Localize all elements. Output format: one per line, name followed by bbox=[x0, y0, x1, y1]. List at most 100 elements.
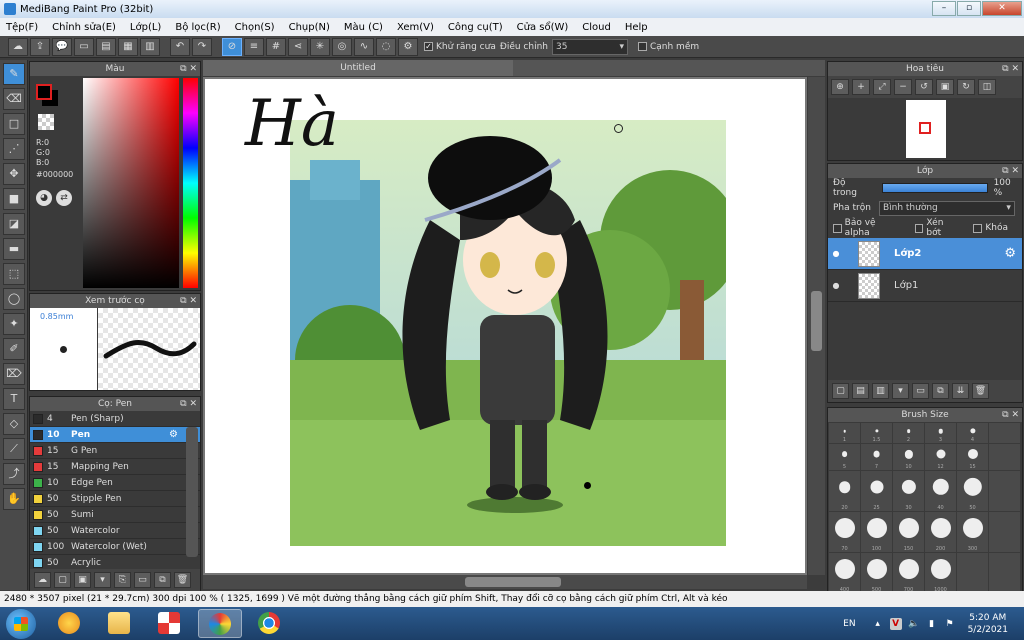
magic-wand-icon[interactable]: ✦ bbox=[3, 313, 25, 335]
menu-select[interactable]: Chọn(S) bbox=[235, 22, 275, 33]
trash-icon[interactable]: 🗑 bbox=[174, 572, 191, 588]
brush-size-cell[interactable]: 20 bbox=[829, 471, 860, 511]
bucket-tool-icon[interactable]: ◪ bbox=[3, 213, 25, 235]
taskbar-paint-app[interactable] bbox=[48, 609, 92, 638]
clipping-checkbox[interactable] bbox=[914, 223, 924, 233]
clock[interactable]: 5:20 AM 5/2/2021 bbox=[968, 612, 1008, 636]
eye-icon[interactable]: ● bbox=[828, 281, 844, 290]
rectangle-tool-icon[interactable]: □ bbox=[3, 113, 25, 135]
spray-icon[interactable]: ⤴ bbox=[3, 463, 25, 485]
full-view-icon[interactable]: ▣ bbox=[936, 79, 954, 95]
brush-size-cell[interactable]: 50 bbox=[957, 471, 988, 511]
select-pen-icon[interactable]: ✐ bbox=[3, 338, 25, 360]
gradient-tool-icon[interactable]: ▬ bbox=[3, 238, 25, 260]
brush-tool-icon[interactable]: ✎ bbox=[3, 63, 25, 85]
brush-item[interactable]: 50 Sumi bbox=[30, 507, 200, 523]
flip-icon[interactable]: ◫ bbox=[978, 79, 996, 95]
opacity-slider[interactable] bbox=[882, 183, 988, 193]
eye-icon[interactable]: ● bbox=[828, 249, 844, 258]
brush-gear-icon[interactable]: ⚙ bbox=[169, 429, 178, 440]
transparent-swatch[interactable] bbox=[38, 114, 54, 130]
hue-slider[interactable] bbox=[183, 78, 198, 288]
brush-size-cell[interactable]: 5 bbox=[829, 444, 860, 470]
protect-alpha-checkbox[interactable] bbox=[833, 223, 842, 233]
flag-icon[interactable]: ⚑ bbox=[944, 618, 956, 630]
maximize-button[interactable]: ▫ bbox=[957, 1, 981, 16]
brush-size-cell[interactable]: 7 bbox=[861, 444, 892, 470]
taskbar-chrome[interactable] bbox=[248, 609, 292, 638]
menu-tools[interactable]: Công cụ(T) bbox=[448, 22, 503, 33]
zoom-plus-icon[interactable]: + bbox=[852, 79, 870, 95]
dot-tool-icon[interactable]: ⋰ bbox=[3, 138, 25, 160]
brush-size-cell[interactable]: 10 bbox=[893, 444, 924, 470]
cloud-brush-icon[interactable]: ☁ bbox=[34, 572, 51, 588]
grid-icon[interactable]: ▥ bbox=[140, 37, 160, 56]
menu-view[interactable]: Xem(V) bbox=[397, 22, 434, 33]
brush-size-cell[interactable]: 400 bbox=[829, 553, 860, 593]
menu-edit[interactable]: Chỉnh sửa(E) bbox=[52, 22, 116, 33]
curve-snap-icon[interactable]: ∿ bbox=[354, 37, 374, 56]
foreground-color-swatch[interactable] bbox=[36, 84, 52, 100]
drawing-paper[interactable]: Hà bbox=[205, 79, 805, 573]
canvas-vertical-scrollbar[interactable] bbox=[808, 77, 825, 575]
viewport-frame[interactable] bbox=[919, 122, 931, 134]
rotate-right-icon[interactable]: ↻ bbox=[957, 79, 975, 95]
menu-help[interactable]: Help bbox=[625, 22, 648, 33]
panel-close-icon[interactable]: ⧉ ✕ bbox=[180, 62, 197, 76]
blend-mode-select[interactable]: Bình thường bbox=[878, 200, 1015, 216]
protect-alpha-option[interactable]: Bảo vệ alpha bbox=[833, 218, 901, 238]
brush-item[interactable]: 50 Watercolor bbox=[30, 523, 200, 539]
color-swap-icon[interactable]: ⇄ bbox=[56, 190, 72, 206]
minimize-button[interactable]: – bbox=[932, 1, 956, 16]
zoom-in-icon[interactable]: ⊕ bbox=[831, 79, 849, 95]
new-halftone-layer-icon[interactable]: ▤ bbox=[852, 383, 869, 399]
horizontal-scroll-thumb[interactable] bbox=[465, 577, 561, 587]
rotate-left-icon[interactable]: ↺ bbox=[915, 79, 933, 95]
import-brush-icon[interactable]: ⎘ bbox=[114, 572, 131, 588]
brush-size-cell[interactable]: 150 bbox=[893, 512, 924, 552]
lock-option[interactable]: Khóa bbox=[973, 223, 1008, 233]
brush-item[interactable]: 4 Pen (Sharp) bbox=[30, 411, 200, 427]
duplicate-layer-icon[interactable]: ⧉ bbox=[932, 383, 949, 399]
layer-item-lop1[interactable]: ● Lớp1 bbox=[828, 270, 1022, 302]
eyedropper-icon[interactable]: ⟋ bbox=[3, 438, 25, 460]
vanish-snap-icon[interactable]: ⋖ bbox=[288, 37, 308, 56]
navigator-thumbnail[interactable] bbox=[906, 100, 946, 158]
fit-icon[interactable]: ⤢ bbox=[873, 79, 891, 95]
adjust-select[interactable]: 35 bbox=[551, 38, 628, 55]
brush-item[interactable]: 15 Mapping Pen bbox=[30, 459, 200, 475]
panel-close-icon[interactable]: ⧉ ✕ bbox=[180, 294, 197, 308]
comment-icon[interactable]: 💬 bbox=[52, 37, 72, 56]
brush-item[interactable]: 10 Edge Pen bbox=[30, 475, 200, 491]
menu-cloud[interactable]: Cloud bbox=[582, 22, 611, 33]
brush-size-cell[interactable]: 100 bbox=[861, 512, 892, 552]
page-icon[interactable]: ▤ bbox=[96, 37, 116, 56]
brush-size-cell[interactable]: 40 bbox=[925, 471, 956, 511]
menu-snap[interactable]: Chụp(N) bbox=[289, 22, 330, 33]
brush-item[interactable]: 15 G Pen bbox=[30, 443, 200, 459]
brush-size-cell[interactable]: 3 bbox=[925, 423, 956, 443]
brush-size-cell[interactable]: 200 bbox=[925, 512, 956, 552]
parallel-snap-icon[interactable]: ≡ bbox=[244, 37, 264, 56]
cloud-icon[interactable]: ☁ bbox=[8, 37, 28, 56]
taskbar-file-explorer[interactable] bbox=[98, 609, 142, 638]
gear-icon[interactable]: ⚙ bbox=[398, 37, 418, 56]
brush-size-cell[interactable]: 12 bbox=[925, 444, 956, 470]
layer-trash-icon[interactable]: 🗑 bbox=[972, 383, 989, 399]
brush-menu-icon[interactable]: ▾ bbox=[94, 572, 111, 588]
menu-color[interactable]: Màu (C) bbox=[344, 22, 383, 33]
move-tool-icon[interactable]: ✥ bbox=[3, 163, 25, 185]
palette-icon[interactable]: ◕ bbox=[36, 190, 52, 206]
panel-close-icon[interactable]: ⧉ ✕ bbox=[1002, 164, 1019, 178]
redo-icon[interactable]: ↷ bbox=[192, 37, 212, 56]
network-icon[interactable]: ▮ bbox=[926, 618, 938, 630]
new-brush-icon[interactable]: ▢ bbox=[54, 572, 71, 588]
brush-size-cell[interactable]: 500 bbox=[861, 553, 892, 593]
brush-size-cell[interactable]: 4 bbox=[957, 423, 988, 443]
select-rect-icon[interactable]: ⬚ bbox=[3, 263, 25, 285]
brush-size-cell[interactable]: 300 bbox=[957, 512, 988, 552]
folder-icon[interactable]: ▭ bbox=[134, 572, 151, 588]
share-icon[interactable]: ⇪ bbox=[30, 37, 50, 56]
brush-size-cell[interactable]: 30 bbox=[893, 471, 924, 511]
circle-snap-icon[interactable]: ◎ bbox=[332, 37, 352, 56]
